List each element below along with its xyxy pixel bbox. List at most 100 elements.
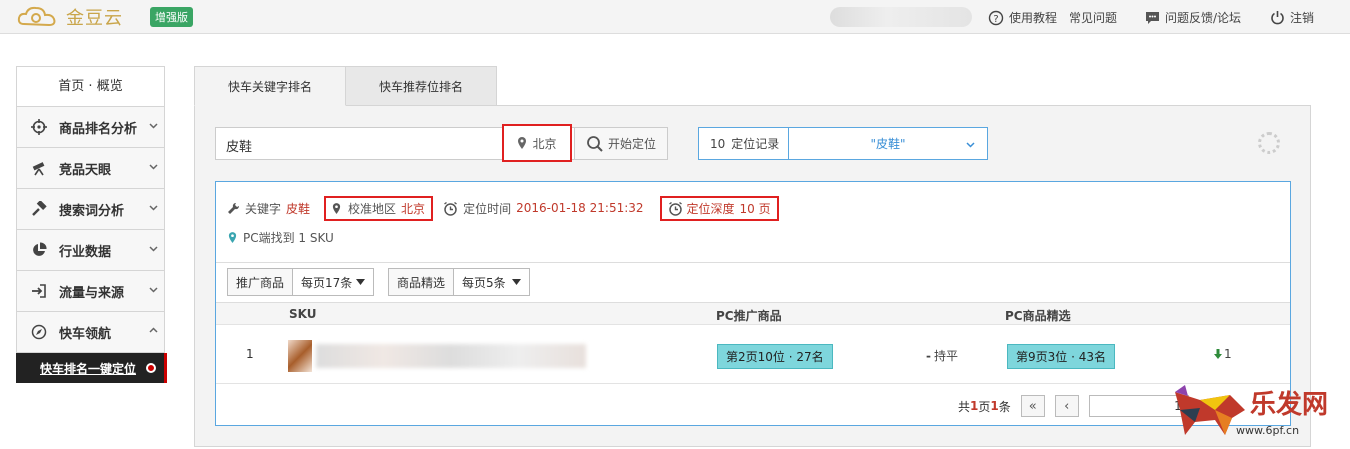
chevron-down-icon [149,123,158,129]
start-locate-button[interactable]: 开始定位 [574,127,668,160]
sidebar-item-label: 快车领航 [59,326,112,342]
edition-badge: 增强版 [150,7,193,27]
power-icon [1271,11,1284,25]
select-page-size-select[interactable]: 每页5条 [454,269,529,295]
column-header-pc-select: PC商品精选 [1005,309,1071,323]
pager-total-items: 1 [990,399,999,413]
tab-bar: 快车关键字排名 快车推荐位排名 [194,66,498,106]
faq-link[interactable]: 常见问题 [1069,9,1117,26]
caret-down-icon [511,279,521,285]
pie-chart-icon [29,242,49,258]
watermark-title: 乐发网 [1250,390,1329,420]
divider [216,262,1290,263]
search-icon [587,135,603,152]
pager-total-pages: 1 [970,399,979,413]
site-watermark: 乐发网 www.6pf.cn [1170,380,1342,442]
sidebar-item-traffic[interactable]: 流量与来源 [17,271,164,312]
brand-logo[interactable]: 金豆云 [16,3,123,31]
arrow-down-icon [1214,349,1222,359]
cloud-logo-icon [17,6,56,27]
active-dot-icon [146,363,156,373]
sidebar-item-label: 搜索词分析 [59,203,125,219]
svg-text:?: ? [993,14,998,25]
time-info: 定位时间 2016-01-18 21:51:32 [443,200,644,217]
telescope-icon [29,160,49,176]
tab-keyword-ranking[interactable]: 快车关键字排名 [194,66,347,106]
keyword-info-label: 关键字 [245,201,282,216]
pager-mid: 页 [978,399,991,414]
chevron-down-icon [149,246,158,252]
tutorial-link[interactable]: ? 使用教程 [988,9,1057,26]
product-thumbnail[interactable] [288,340,312,372]
faq-label: 常见问题 [1069,11,1118,25]
feedback-link[interactable]: 问题反馈/论坛 [1145,9,1241,26]
sign-in-icon [29,283,49,299]
brand-name: 金豆云 [66,8,123,29]
table-row: 1 第2页10位 · 27名 - 持平 第9页3位 · 43名 1 [216,326,1290,384]
depth-info-label: 定位深度 [686,201,735,216]
column-header-sku: SKU [289,307,317,321]
record-dropdown[interactable]: "皮鞋" [789,128,987,159]
region-info: 校准地区 北京 [324,195,434,221]
pagination: 共 1 页 1 条 « ‹ 1 [958,395,1189,417]
alarm-clock-icon [444,201,457,216]
hammer-icon [29,201,49,217]
sidebar-item-competitor[interactable]: 竞品天眼 [17,148,164,189]
keyword-input-value: 皮鞋 [226,140,253,155]
sidebar-item-home[interactable]: 首页 · 概览 [17,67,164,107]
row-index: 1 [246,347,254,361]
rank-change-value: 1 [1224,347,1232,361]
watermark-url: www.6pf.cn [1236,424,1300,437]
chevron-up-icon [149,327,158,333]
prev-page-button[interactable]: ‹ [1054,395,1079,417]
record-selector[interactable]: 10 定位记录 "皮鞋" [698,127,988,160]
time-info-value: 2016-01-18 21:51:32 [516,201,644,215]
select-filter: 商品精选 每页5条 [388,268,530,296]
promo-page-size-value: 每页17条 [301,275,353,290]
location-selector[interactable]: 北京 [502,124,572,162]
sidebar-item-label: 竞品天眼 [59,162,112,178]
found-summary-text: PC端找到 1 SKU [243,231,334,245]
pager-prefix: 共 [958,399,971,414]
top-bar: 金豆云 增强版 ? 使用教程 常见问题 问题反馈/论坛 注销 [0,0,1350,34]
sidebar-item-label: 流量与来源 [59,285,125,301]
result-summary: 关键字 皮鞋 校准地区 北京 定位时间 2016-01-18 21:51:32 … [227,195,779,221]
sidebar-item-label: 行业数据 [59,244,112,260]
promo-filter: 推广商品 每页17条 [227,268,375,296]
chevron-down-icon [966,142,975,148]
record-count: 10 [710,136,726,151]
logout-label: 注销 [1290,11,1315,25]
caret-down-icon [356,279,366,285]
sidebar-item-search-terms[interactable]: 搜索词分析 [17,189,164,230]
compass-icon [29,324,49,340]
user-account[interactable] [830,7,972,27]
location-value: 北京 [532,136,557,151]
promo-page-size-select[interactable]: 每页17条 [293,269,374,295]
logout-link[interactable]: 注销 [1270,9,1314,26]
sidebar: 首页 · 概览 商品排名分析 竞品天眼 搜索词分析 行业数据 流量与来源 快车领… [16,66,165,353]
alarm-clock-icon [668,201,682,216]
pc-promo-rank-badge: 第2页10位 · 27名 [717,344,833,369]
rank-change: 1 [1214,347,1232,361]
table-header: SKU PC推广商品 PC商品精选 [216,303,1290,325]
region-info-value: 北京 [401,201,426,216]
map-pin-icon [518,137,527,149]
sidebar-item-express[interactable]: 快车领航 [17,312,164,353]
feedback-label: 问题反馈/论坛 [1165,11,1242,25]
tab-recommend-ranking[interactable]: 快车推荐位排名 [346,66,498,106]
record-count-label: 定位记录 [731,137,780,151]
loading-spinner-icon [1258,132,1280,154]
map-pin-icon [228,232,237,243]
depth-info-value: 10 页 [739,201,771,216]
sidebar-item-ranking[interactable]: 商品排名分析 [17,107,164,148]
trend-flat-label: 持平 [933,349,958,363]
first-page-button[interactable]: « [1020,395,1045,417]
sidebar-item-label: 商品排名分析 [59,121,138,137]
tutorial-label: 使用教程 [1009,11,1058,25]
record-count-box: 10 定位记录 [699,128,789,159]
sidebar-sub-item-label: 快车排名一键定位 [40,361,137,376]
chevron-down-icon [149,164,158,170]
sidebar-sub-item-locate[interactable]: 快车排名一键定位 [16,353,167,383]
chevron-down-icon [149,287,158,293]
sidebar-item-industry[interactable]: 行业数据 [17,230,164,271]
